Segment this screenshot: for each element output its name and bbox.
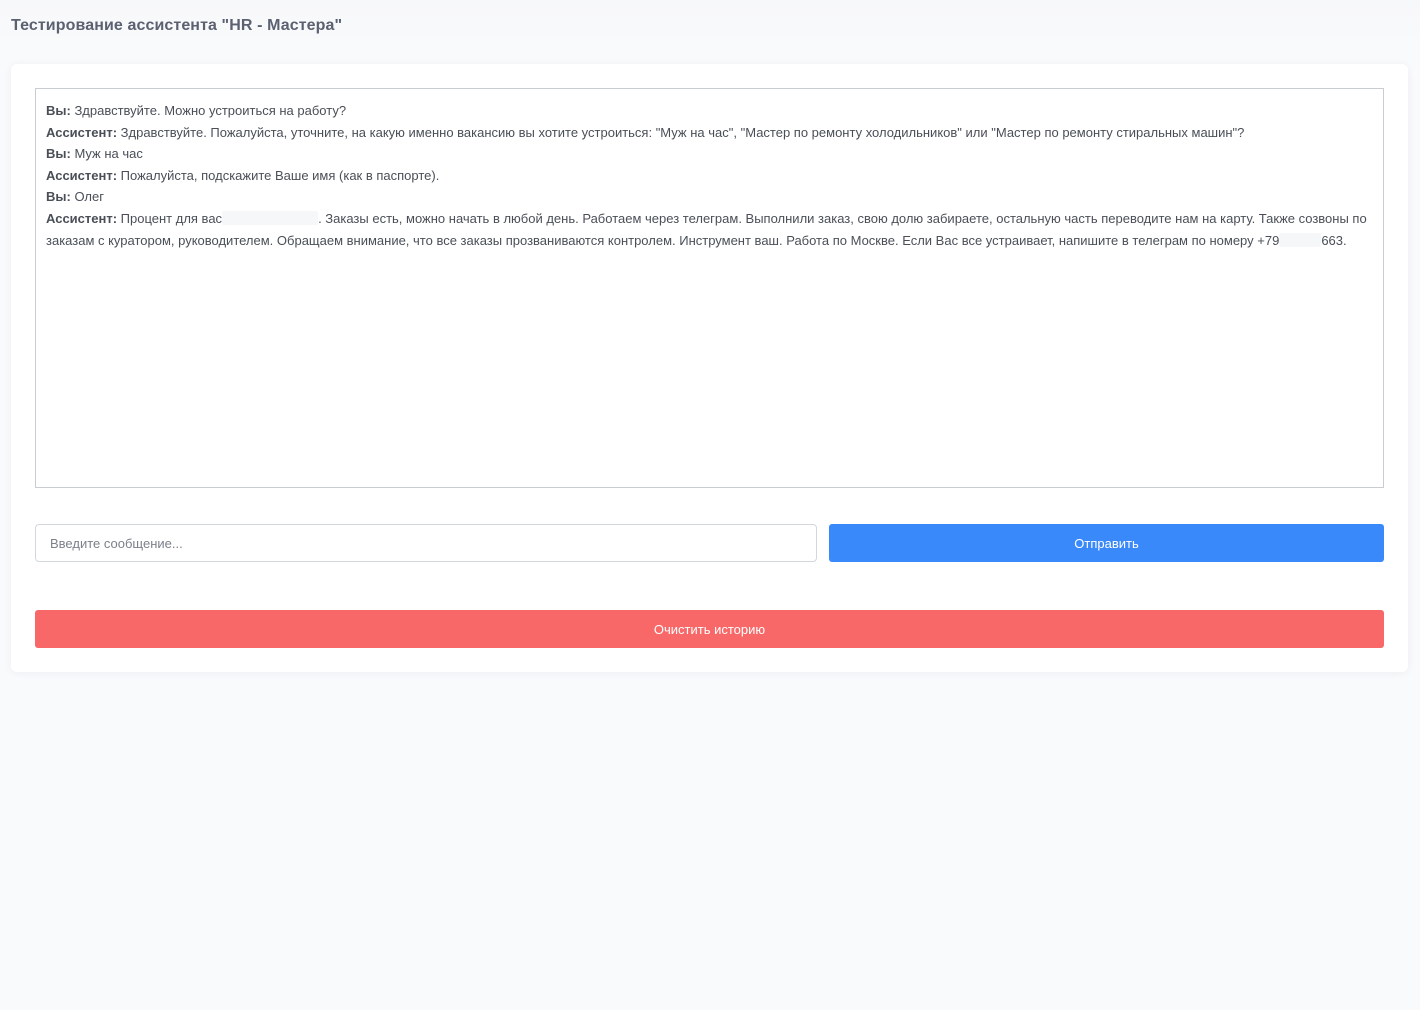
message-text: Здравствуйте. Можно устроиться на работу… (70, 103, 347, 118)
redacted-text (222, 210, 319, 225)
message-text: Здравствуйте. Пожалуйста, уточните, на к… (117, 124, 1245, 140)
chat-message: Ассистент: Пожалуйста, подскажите Ваше и… (46, 165, 1373, 187)
chat-message: Вы: Олег (46, 186, 1373, 208)
message-input[interactable] (35, 524, 817, 562)
chat-message: Вы: Здравствуйте. Можно устроиться на ра… (46, 100, 1373, 122)
clear-history-button[interactable]: Очистить историю (35, 610, 1384, 648)
message-speaker: Ассистент: (46, 124, 118, 140)
chat-card: Вы: Здравствуйте. Можно устроиться на ра… (11, 64, 1408, 672)
message-text: Олег (70, 189, 104, 205)
message-speaker: Ассистент: (46, 167, 118, 183)
message-speaker: Вы: (46, 146, 71, 162)
chat-message: Ассистент: Здравствуйте. Пожалуйста, уто… (46, 122, 1373, 144)
message-speaker: Ассистент: (46, 210, 118, 226)
message-speaker: Вы: (46, 189, 71, 205)
message-text: Пожалуйста, подскажите Ваше имя (как в п… (117, 167, 440, 183)
message-text: Муж на час (70, 146, 143, 162)
chat-message: Вы: Муж на час (46, 143, 1373, 165)
send-button[interactable]: Отправить (829, 524, 1384, 562)
message-text: Процент для вас (117, 210, 223, 226)
chat-message: Ассистент: Процент для вас. Заказы есть,… (46, 208, 1373, 251)
chat-history[interactable]: Вы: Здравствуйте. Можно устроиться на ра… (35, 88, 1384, 488)
message-speaker: Вы: (46, 103, 71, 118)
message-text: 663. (1321, 232, 1347, 248)
page-title: Тестирование ассистента "HR - Мастера" (11, 17, 343, 34)
redacted-text (1279, 232, 1322, 247)
page-header: Тестирование ассистента "HR - Мастера" (0, 0, 1420, 52)
